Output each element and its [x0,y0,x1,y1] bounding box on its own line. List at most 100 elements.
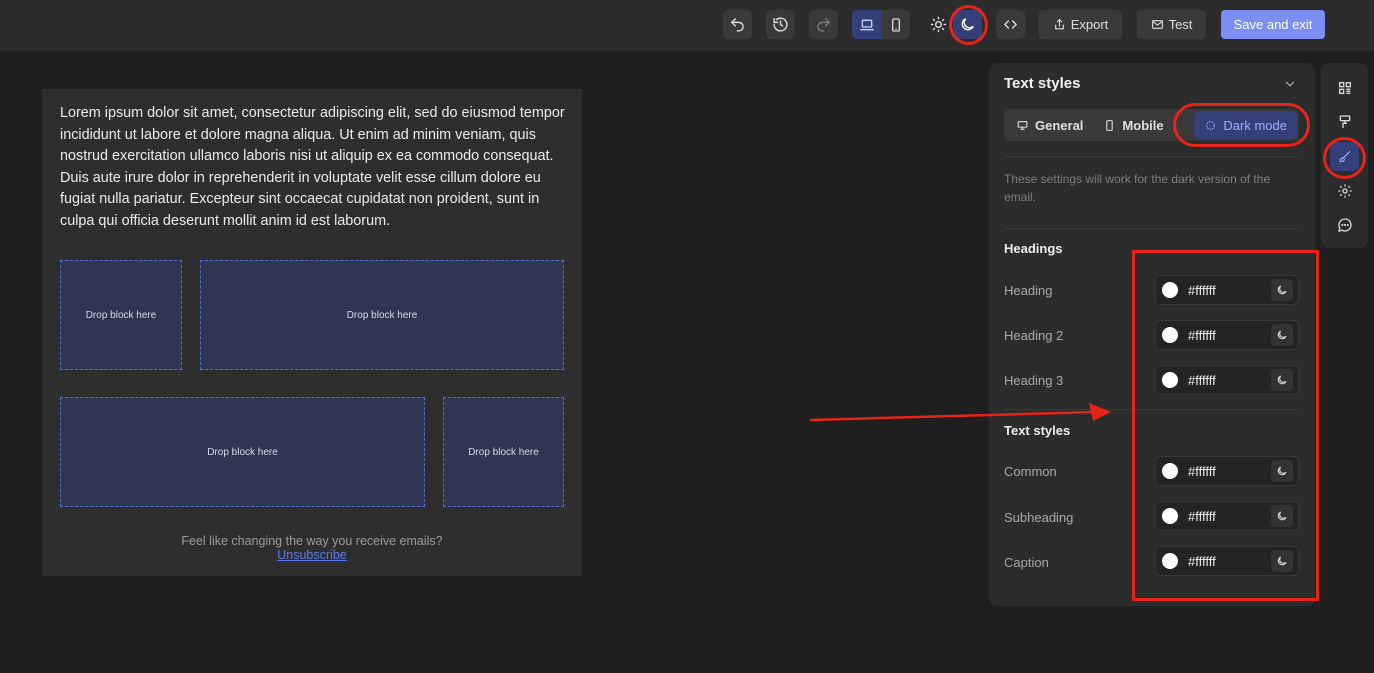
moon-icon [1277,466,1287,476]
monitor-icon [1017,120,1028,130]
tab-mobile-label: Mobile [1122,117,1164,133]
theme-toggle [924,10,982,39]
color-value[interactable]: #ffffff [1188,283,1271,298]
top-toolbar: Export Test Save and exit [0,0,1374,51]
history-button[interactable] [766,10,795,39]
blocks-icon [1338,81,1351,94]
moon-icon [1277,330,1287,340]
panel-title: Text styles [1004,75,1081,92]
export-icon [1054,18,1064,30]
subheading-label: Subheading [1004,510,1074,525]
heading-2-label: Heading 2 [1004,328,1064,343]
history-icon [773,17,788,32]
color-swatch[interactable] [1162,372,1178,388]
annotation-arrow [809,403,1111,422]
email-canvas: Lorem ipsum dolor sit amet, consectetur … [42,89,582,576]
dark-mode-button[interactable] [953,10,982,39]
chevron-down-icon[interactable] [1283,77,1297,91]
save-and-exit-button[interactable]: Save and exit [1221,10,1325,39]
heading-3-label: Heading 3 [1004,373,1064,388]
dark-toggle-button[interactable] [1271,550,1293,572]
tab-dark-mode-label: Dark mode [1223,117,1287,133]
mail-icon [1151,20,1163,29]
drop-zone[interactable]: Drop block here [60,260,182,370]
moon-icon [1277,556,1287,566]
divider [1004,228,1299,229]
moon-icon [1277,285,1287,295]
dark-toggle-button[interactable] [1271,369,1293,391]
color-swatch[interactable] [1162,463,1178,479]
subheading-color-input[interactable]: #ffffff [1155,501,1299,531]
tab-mobile[interactable]: Mobile [1093,111,1173,139]
heading-2-color-input[interactable]: #ffffff [1155,320,1299,350]
comment-icon [1337,217,1352,232]
color-value[interactable]: #ffffff [1188,509,1271,524]
caption-color-input[interactable]: #ffffff [1155,546,1299,576]
moon-icon [961,18,974,31]
undo-button[interactable] [723,10,752,39]
common-label: Common [1004,464,1057,479]
test-button[interactable]: Test [1137,10,1206,39]
tab-dark-mode[interactable]: Dark mode [1194,111,1297,139]
settings-icon [1337,183,1352,198]
dark-toggle-button[interactable] [1271,279,1293,301]
color-value[interactable]: #ffffff [1188,554,1271,569]
settings-button[interactable] [1330,176,1359,205]
phone-icon [1106,119,1114,131]
color-value[interactable]: #ffffff [1188,328,1271,343]
color-swatch[interactable] [1162,508,1178,524]
phone-icon [891,17,900,32]
redo-button[interactable] [809,10,838,39]
dark-toggle-button[interactable] [1271,460,1293,482]
drop-zone[interactable]: Drop block here [200,260,564,370]
redo-icon [817,18,831,32]
sun-icon [930,16,947,33]
dark-toggle-button[interactable] [1271,324,1293,346]
footer-text: Feel like changing the way you receive e… [181,534,443,548]
blocks-button[interactable] [1330,73,1359,102]
dark-mode-hint: These settings will work for the dark ve… [1004,172,1271,204]
desktop-view-button[interactable] [852,10,881,39]
code-icon [1003,20,1018,29]
appearance-button[interactable] [1330,107,1359,136]
moon-icon [1277,375,1287,385]
drop-zone[interactable]: Drop block here [60,397,425,507]
dark-mode-icon [1206,120,1216,130]
device-toggle [852,10,910,39]
heading-label: Heading [1004,283,1053,298]
export-label: Export [1070,17,1109,32]
export-button[interactable]: Export [1039,10,1122,39]
moon-icon [1277,511,1287,521]
headings-section-title: Headings [1004,241,1063,256]
divider [1004,156,1299,157]
dark-toggle-button[interactable] [1271,505,1293,527]
email-body-text[interactable]: Lorem ipsum dolor sit amet, consectetur … [60,103,565,233]
brush-icon [1339,150,1350,162]
heading-color-input[interactable]: #ffffff [1155,275,1299,305]
text-styles-button[interactable] [1330,142,1359,171]
color-swatch[interactable] [1162,327,1178,343]
tab-general[interactable]: General [1006,111,1093,139]
comments-button[interactable] [1330,210,1359,239]
side-icon-bar [1321,63,1368,248]
email-footer: Feel like changing the way you receive e… [42,534,582,562]
code-view-button[interactable] [996,10,1025,39]
color-value[interactable]: #ffffff [1188,373,1271,388]
caption-label: Caption [1004,555,1049,570]
undo-icon [730,18,744,32]
paint-roller-icon [1339,114,1350,128]
heading-3-color-input[interactable]: #ffffff [1155,365,1299,395]
mobile-view-button[interactable] [881,10,910,39]
text-styles-panel: Text styles General Mobile Dark mode The… [989,63,1315,606]
light-mode-button[interactable] [924,10,953,39]
unsubscribe-link[interactable]: Unsubscribe [42,548,582,562]
color-value[interactable]: #ffffff [1188,464,1271,479]
test-label: Test [1168,17,1193,32]
drop-zone[interactable]: Drop block here [443,397,564,507]
color-swatch[interactable] [1162,553,1178,569]
tab-general-label: General [1035,117,1084,133]
common-color-input[interactable]: #ffffff [1155,456,1299,486]
laptop-icon [859,19,874,30]
color-swatch[interactable] [1162,282,1178,298]
panel-tabs: General Mobile Dark mode [1004,109,1299,141]
